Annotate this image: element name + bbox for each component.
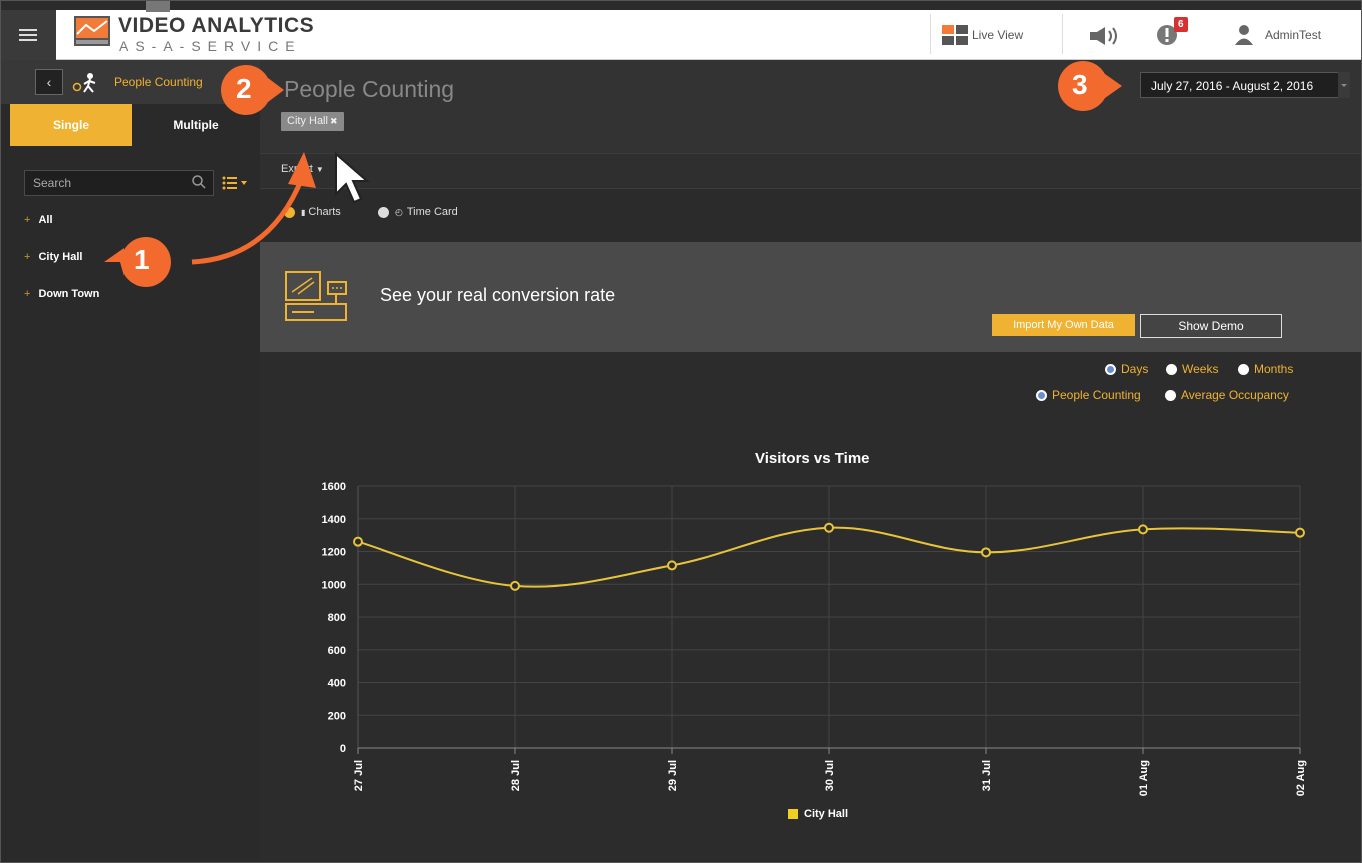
callout-number-1: 1: [134, 244, 150, 275]
callout-arrow-curve: [191, 177, 305, 265]
callout-pointer-1: [104, 248, 124, 276]
callout-number-2: 2: [236, 73, 252, 104]
callout-number-3: 3: [1072, 69, 1088, 100]
mouse-cursor-icon: [335, 152, 370, 204]
callout-pointer-3: [1105, 74, 1122, 98]
tutorial-overlay: [104, 61, 1122, 287]
callout-arrowhead: [288, 152, 316, 188]
callout-pointer-2: [268, 78, 284, 102]
